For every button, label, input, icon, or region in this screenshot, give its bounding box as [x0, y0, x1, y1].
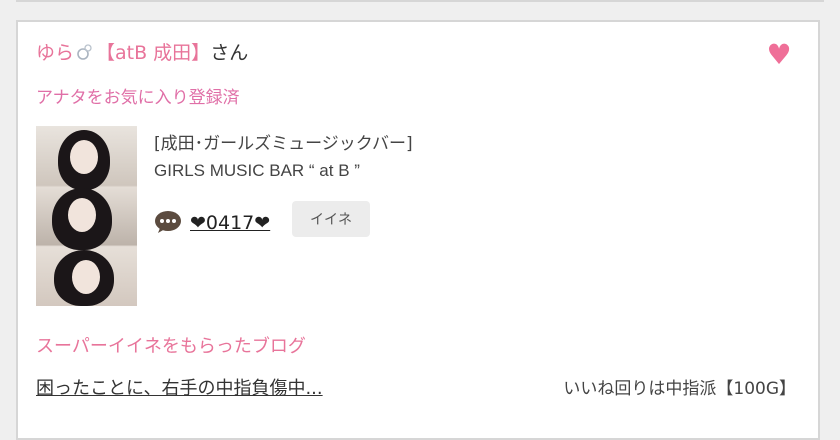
favorite-status-text: アナタをお気に入り登録済	[36, 88, 240, 108]
ring-icon	[76, 42, 94, 60]
blog-title-link[interactable]: 困ったことに、右手の中指負傷中...	[36, 374, 323, 400]
chat-bubble-icon	[154, 210, 182, 234]
shop-tag[interactable]: 【atB 成田】	[96, 42, 210, 64]
heart-icon[interactable]: ♥	[766, 41, 792, 69]
shop-category: [成田･ガールズミュージックバー]	[154, 134, 413, 154]
commenter-link[interactable]: ❤0417❤	[190, 212, 270, 234]
blog-meta: いいね回りは中指派【100G】	[563, 379, 796, 399]
honorific: さん	[210, 42, 249, 64]
profile-photo[interactable]	[36, 126, 137, 306]
shop-name[interactable]: GIRLS MUSIC BAR “ at B ”	[154, 161, 360, 181]
user-name[interactable]: ゆら	[36, 42, 74, 64]
iine-button[interactable]: イイネ	[292, 201, 370, 237]
super-iine-heading: スーパーイイネをもらったブログ	[36, 336, 306, 357]
user-name-line[interactable]: ゆら 【atB 成田】さん	[36, 40, 248, 66]
favorite-card: ゆら 【atB 成田】さん ♥ アナタをお気に入り登録済 [成田･ガールズミュー…	[16, 20, 820, 440]
previous-card-edge	[16, 0, 824, 2]
